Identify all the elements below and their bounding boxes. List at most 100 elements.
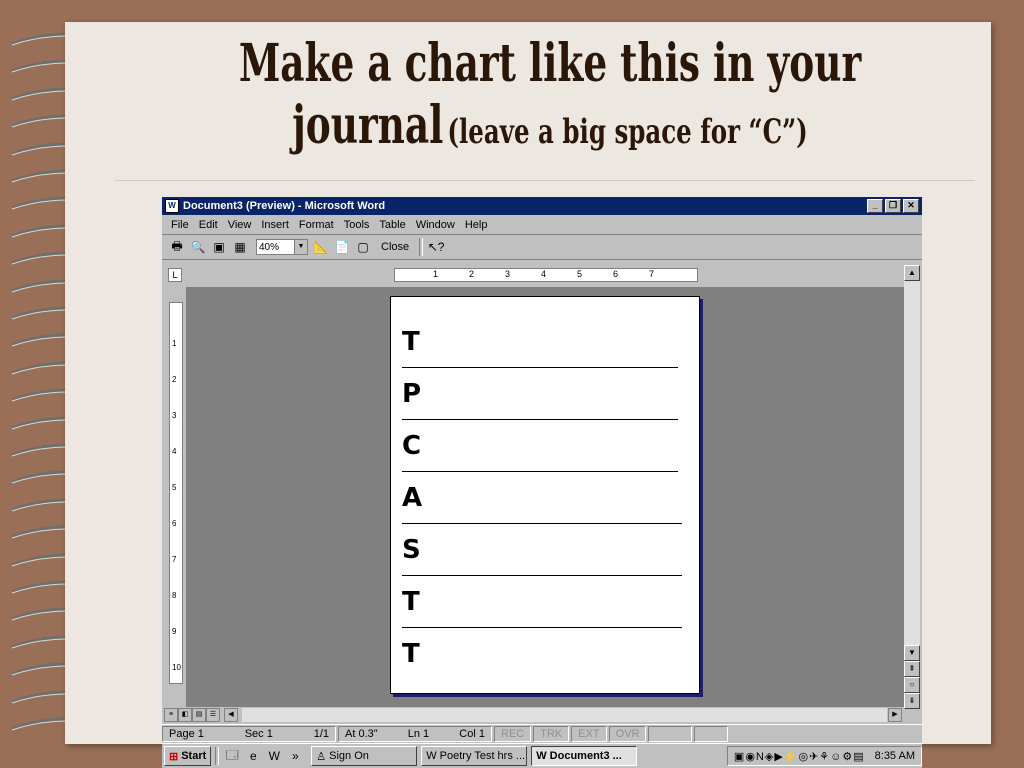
vruler-number: 7 [172,555,177,564]
clock[interactable]: 8:35 AM [875,750,915,762]
print-icon[interactable]: 🖶 [168,238,186,256]
quicklaunch-word-icon[interactable]: W [265,747,283,765]
title-line-2: journal (leave a big space for “C”) [233,95,867,156]
quicklaunch-desktop-icon[interactable]: 🗔 [223,747,241,765]
status-blank [694,726,729,742]
menu-insert[interactable]: Insert [261,219,289,231]
vruler-number: 2 [172,375,177,384]
vruler-number: 6 [172,519,177,528]
full-screen-icon[interactable]: ▢ [354,238,372,256]
shrink-to-fit-icon[interactable]: 📄 [333,238,351,256]
ruler-number: 4 [541,269,547,279]
multiple-pages-icon[interactable]: ▦ [231,238,249,256]
scroll-down-icon[interactable]: ▼ [904,645,920,661]
menu-window[interactable]: Window [416,219,455,231]
menu-bar: File Edit View Insert Format Tools Table… [162,215,922,235]
status-ln: Ln 1 [407,728,430,740]
chevron-down-icon[interactable]: ▼ [294,240,307,254]
ruler-number: 3 [505,269,511,279]
ruler-number: 7 [649,269,655,279]
status-at: At 0.3" [345,728,378,740]
status-sec: Sec 1 [244,728,273,740]
task-document3[interactable]: W Document3 ... [531,746,638,766]
tab-selector-icon[interactable]: L [168,268,182,282]
vruler-number: 8 [172,591,177,600]
status-col: Col 1 [459,728,485,740]
person-icon: ♙ [316,750,327,763]
menu-table[interactable]: Table [379,219,405,231]
task-label-sign-on: Sign On [329,750,369,762]
status-ext[interactable]: EXT [571,726,607,742]
ruler-number: 6 [613,269,619,279]
taskbar-separator [215,747,220,765]
vertical-ruler-track: 1 2 3 4 5 6 7 8 9 10 [169,302,183,684]
menu-format[interactable]: Format [299,219,334,231]
restore-button[interactable]: ❐ [885,199,901,213]
quicklaunch-more-icon[interactable]: » [286,747,304,765]
start-button[interactable]: ⊞ Start [164,746,212,766]
status-page-section: Page 1 Sec 1 1/1 [162,726,336,742]
status-rec[interactable]: REC [494,726,532,742]
status-ovr[interactable]: OVR [608,726,647,742]
task-poetry-test[interactable]: W Poetry Test hrs ... [421,746,528,766]
menu-view[interactable]: View [228,219,252,231]
status-bar: Page 1 Sec 1 1/1 At 0.3" Ln 1 Col 1 REC … [162,724,922,743]
status-position: At 0.3" Ln 1 Col 1 [338,726,492,742]
next-page-icon[interactable]: ⇟ [904,693,920,709]
windows-taskbar: ⊞ Start 🗔 e W » ♙ Sign On W Poetry Test … [162,743,922,768]
menu-tools[interactable]: Tools [344,219,370,231]
scroll-up-icon[interactable]: ▲ [904,265,920,281]
ruler-number: 2 [469,269,475,279]
status-page: Page 1 [169,728,204,740]
vruler-number: 1 [172,339,177,348]
window-title: Document3 (Preview) - Microsoft Word [183,200,386,212]
menu-help[interactable]: Help [465,219,488,231]
page-rule-line [402,367,678,368]
select-browse-object-icon[interactable]: ○ [904,677,920,693]
menu-edit[interactable]: Edit [199,219,218,231]
print-layout-icon[interactable]: ▤ [192,708,206,722]
zoom-select[interactable]: 40% ▼ [256,239,308,255]
horizontal-ruler[interactable]: 1 2 3 4 5 6 7 [394,268,698,282]
horizontal-ruler-row: L 1 2 3 4 5 6 7 [162,265,922,285]
vertical-ruler[interactable]: 1 2 3 4 5 6 7 8 9 10 [166,287,184,695]
system-tray: ▣◉N◈▶⚡◎✈⚘☺⚙▤ 8:35 AM [726,746,922,766]
preview-workspace: TPCASTT [186,287,904,707]
document-page[interactable]: TPCASTT [390,296,700,694]
ruler-number: 1 [433,269,439,279]
page-letter-6: T [402,587,420,617]
web-layout-icon[interactable]: ◧ [178,708,192,722]
scroll-left-icon[interactable]: ◀ [224,708,238,722]
page-letter-3: C [402,431,422,461]
task-sign-on[interactable]: ♙ Sign On [311,746,418,766]
view-ruler-icon[interactable]: 📐 [312,238,330,256]
task-label-poetry: Poetry Test hrs ... [439,750,526,762]
title-note: (leave a big space for “C”) [447,111,808,152]
page-letter-5: S [402,535,421,565]
close-preview-button[interactable]: Close [381,241,409,253]
tray-icons[interactable]: ▣◉N◈▶⚡◎✈⚘☺⚙▤ [734,750,865,763]
vruler-number: 5 [172,483,177,492]
title-line-1: Make a chart like this in your [238,33,862,94]
page-rule-line [402,523,682,524]
menu-file[interactable]: File [171,219,189,231]
normal-view-icon[interactable]: ≡ [164,708,178,722]
outline-view-icon[interactable]: ☰ [206,708,220,722]
close-window-button[interactable]: ✕ [903,199,919,213]
horizontal-scroll-track[interactable] [242,708,887,722]
vertical-scrollbar[interactable]: ▲ ▼ ⇞ ○ ⇟ [904,265,920,709]
status-trk[interactable]: TRK [533,726,570,742]
magnifier-icon[interactable]: 🔍 [189,238,207,256]
ruler-number: 5 [577,269,583,279]
scroll-right-icon[interactable]: ▶ [888,708,902,722]
minimize-button[interactable]: _ [867,199,883,213]
context-help-icon[interactable]: ↖? [427,238,445,256]
quicklaunch-ie-icon[interactable]: e [244,747,262,765]
word-doc-icon: W [165,199,179,213]
previous-page-icon[interactable]: ⇞ [904,661,920,677]
one-page-icon[interactable]: ▣ [210,238,228,256]
vruler-number: 10 [172,663,181,672]
preview-toolbar: 🖶 🔍 ▣ ▦ 40% ▼ 📐 📄 ▢ Close ↖? [162,235,922,260]
page-rule-line [402,471,678,472]
horizontal-scrollbar[interactable]: ≡ ◧ ▤ ☰ ◀ ▶ [162,707,904,723]
